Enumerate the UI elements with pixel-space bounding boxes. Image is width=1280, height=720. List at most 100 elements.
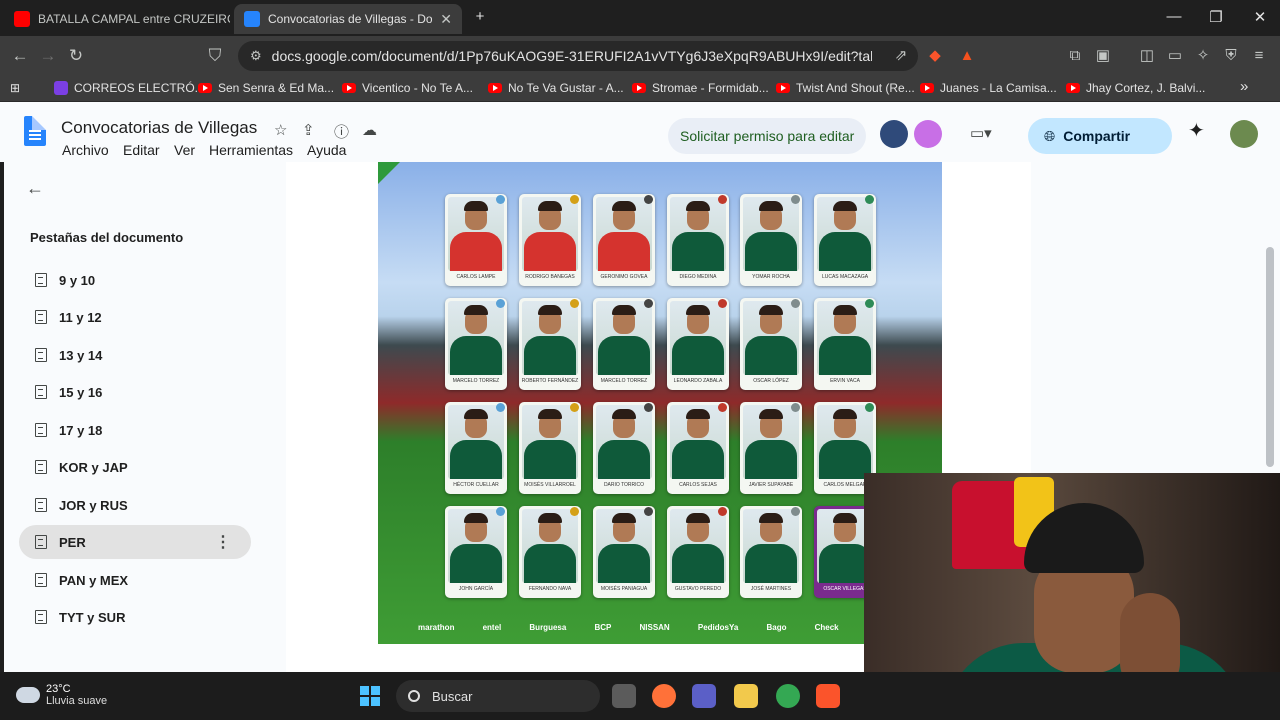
restore-icon[interactable]: ❐ bbox=[1206, 8, 1226, 26]
minimize-icon[interactable]: — bbox=[1164, 8, 1184, 25]
anonymous-avatar[interactable] bbox=[914, 120, 942, 148]
bookmark-item[interactable]: Sen Senra & Ed Ma... bbox=[198, 81, 334, 95]
close-tab-icon[interactable]: ✕ bbox=[432, 11, 452, 28]
player-name: CARLOS LAMPE bbox=[456, 274, 496, 280]
bookmark-item[interactable]: Juanes - La Camisa... bbox=[920, 81, 1057, 95]
apps-icon[interactable]: ⊞ bbox=[10, 81, 20, 95]
club-badge-icon bbox=[496, 403, 505, 412]
share-button[interactable]: 🌐︎ Compartir bbox=[1028, 118, 1172, 154]
club-badge-icon bbox=[718, 299, 727, 308]
forward-icon[interactable]: → bbox=[38, 46, 58, 66]
address-bar-row: ← → ↻ ⛉ ⚙ docs.google.com/document/d/1Pp… bbox=[0, 36, 1280, 76]
sponsor-logo: Burguesa bbox=[529, 622, 567, 632]
menu-archivo[interactable]: Archivo bbox=[62, 142, 109, 158]
sidebar-item-tab[interactable]: 17 y 18 bbox=[19, 413, 251, 447]
start-icon[interactable] bbox=[360, 686, 380, 706]
brave-shield-icon[interactable]: ◆ bbox=[926, 47, 944, 65]
browser-tab[interactable]: BATALLA CAMPAL entre CRUZEIRO y bbox=[4, 4, 230, 34]
sidebar-item-tab-active[interactable]: PER ⋮ bbox=[19, 525, 251, 559]
cloud-status-icon[interactable]: ☁ bbox=[362, 121, 377, 139]
bookmark-item[interactable]: CORREOS ELECTRÓ... bbox=[54, 81, 205, 95]
bookmark-item[interactable]: No Te Va Gustar - A... bbox=[488, 81, 624, 95]
player-name: GUSTAVO PEREDO bbox=[674, 586, 722, 592]
club-badge-icon bbox=[791, 507, 800, 516]
temperature: 23°C bbox=[46, 683, 71, 695]
close-window-icon[interactable]: ✕ bbox=[1250, 8, 1270, 26]
sidebar-item-tab[interactable]: KOR y JAP bbox=[19, 450, 251, 484]
share-page-icon[interactable]: ⇗ bbox=[892, 47, 910, 65]
leo-ai-icon[interactable]: ✧ bbox=[1194, 47, 1212, 65]
back-icon[interactable]: ← bbox=[10, 46, 30, 66]
taskbar-search[interactable]: Buscar bbox=[396, 680, 600, 712]
document-icon bbox=[35, 423, 47, 437]
player-name: LUCAS MACAZAGA bbox=[821, 274, 869, 280]
new-tab-button[interactable]: + bbox=[470, 8, 490, 25]
task-view-icon[interactable] bbox=[612, 684, 636, 708]
file-explorer-icon[interactable] bbox=[734, 684, 758, 708]
cast-icon[interactable]: ▣ bbox=[1094, 47, 1112, 65]
omnibox[interactable]: ⚙ docs.google.com/document/d/1Pp76uKAOG9… bbox=[238, 41, 918, 71]
request-edit-button[interactable]: Solicitar permiso para editar bbox=[668, 118, 867, 154]
firefox-icon[interactable] bbox=[652, 684, 676, 708]
brave-icon[interactable] bbox=[816, 684, 840, 708]
extensions-icon[interactable]: ⧉ bbox=[1066, 47, 1084, 65]
player-name: MOISÉS PANIAGUA bbox=[600, 586, 648, 592]
move-icon[interactable]: ⇪ bbox=[302, 121, 315, 139]
tab-title: Convocatorias de Villegas - Doc bbox=[268, 12, 433, 26]
avatar[interactable] bbox=[880, 120, 908, 148]
sidebar-item-tab[interactable]: 9 y 10 bbox=[19, 263, 251, 297]
club-badge-icon bbox=[791, 403, 800, 412]
menu-ver[interactable]: Ver bbox=[174, 142, 195, 158]
back-arrow-icon[interactable]: ← bbox=[26, 178, 44, 199]
menu-editar[interactable]: Editar bbox=[123, 142, 160, 158]
wallet-icon[interactable]: ▭ bbox=[1166, 47, 1184, 65]
vpn-icon[interactable]: ⛨ bbox=[1222, 47, 1240, 65]
document-icon bbox=[35, 610, 47, 624]
club-badge-icon bbox=[644, 195, 653, 204]
club-badge-icon bbox=[496, 299, 505, 308]
player-name: FERNANDO NAVA bbox=[528, 586, 572, 592]
teams-icon[interactable] bbox=[692, 684, 716, 708]
menu-ayuda[interactable]: Ayuda bbox=[307, 142, 346, 158]
browser-tab-active[interactable]: Convocatorias de Villegas - Doc ✕ bbox=[234, 4, 462, 34]
bookmark-item[interactable]: Jhay Cortez, J. Balvi... bbox=[1066, 81, 1205, 95]
more-options-icon[interactable]: ⋮ bbox=[215, 532, 231, 552]
player-name: LEONARDO ZABALA bbox=[673, 378, 723, 384]
menu-herramientas[interactable]: Herramientas bbox=[209, 142, 293, 158]
bookmark-item[interactable]: Vicentico - No Te A... bbox=[342, 81, 473, 95]
docs-icon bbox=[244, 11, 260, 27]
bookmark-icon[interactable]: ⛉ bbox=[205, 46, 225, 66]
account-avatar[interactable] bbox=[1230, 120, 1258, 148]
more-bookmarks-icon[interactable]: » bbox=[1240, 78, 1248, 95]
brave-rewards-icon[interactable]: ▲ bbox=[958, 47, 976, 65]
sidebar-item-tab[interactable]: 15 y 16 bbox=[19, 375, 251, 409]
club-badge-icon bbox=[570, 299, 579, 308]
docs-logo-icon[interactable] bbox=[24, 116, 46, 146]
site-info-icon[interactable]: ⚙ bbox=[250, 48, 262, 64]
sidebar-item-tab[interactable]: 13 y 14 bbox=[19, 338, 251, 372]
club-badge-icon bbox=[865, 195, 874, 204]
bookmark-item[interactable]: Stromae - Formidab... bbox=[632, 81, 769, 95]
document-icon bbox=[35, 385, 47, 399]
sidebar-item-tab[interactable]: PAN y MEX bbox=[19, 563, 251, 597]
document-icon bbox=[35, 498, 47, 512]
player-card: LUCAS MACAZAGA bbox=[814, 194, 876, 286]
star-icon[interactable]: ☆ bbox=[274, 121, 287, 139]
sidebar-item-tab[interactable]: JOR y RUS bbox=[19, 488, 251, 522]
chrome-icon[interactable] bbox=[776, 684, 800, 708]
bookmark-item[interactable]: Twist And Shout (Re... bbox=[776, 81, 915, 95]
meet-icon[interactable]: ▭▾ bbox=[970, 124, 992, 142]
document-tabs-sidebar: ← Pestañas del documento 9 y 10 11 y 12 … bbox=[4, 162, 286, 672]
info-icon[interactable]: ⓘ bbox=[334, 121, 349, 142]
scrollbar[interactable] bbox=[1266, 247, 1274, 467]
gemini-icon[interactable]: ✦ bbox=[1188, 118, 1205, 143]
player-card: LEONARDO ZABALA bbox=[667, 298, 729, 390]
weather-widget[interactable]: 23°C Lluvia suave bbox=[16, 683, 107, 707]
menu-icon[interactable]: ≡ bbox=[1250, 47, 1268, 65]
sidebar-toggle-icon[interactable]: ◫ bbox=[1138, 47, 1156, 65]
document-title[interactable]: Convocatorias de Villegas bbox=[61, 118, 257, 138]
sidebar-item-tab[interactable]: 11 y 12 bbox=[19, 300, 251, 334]
player-card: YOMAR ROCHA bbox=[740, 194, 802, 286]
reload-icon[interactable]: ↻ bbox=[66, 46, 86, 66]
sidebar-item-tab[interactable]: TYT y SUR bbox=[19, 600, 251, 634]
